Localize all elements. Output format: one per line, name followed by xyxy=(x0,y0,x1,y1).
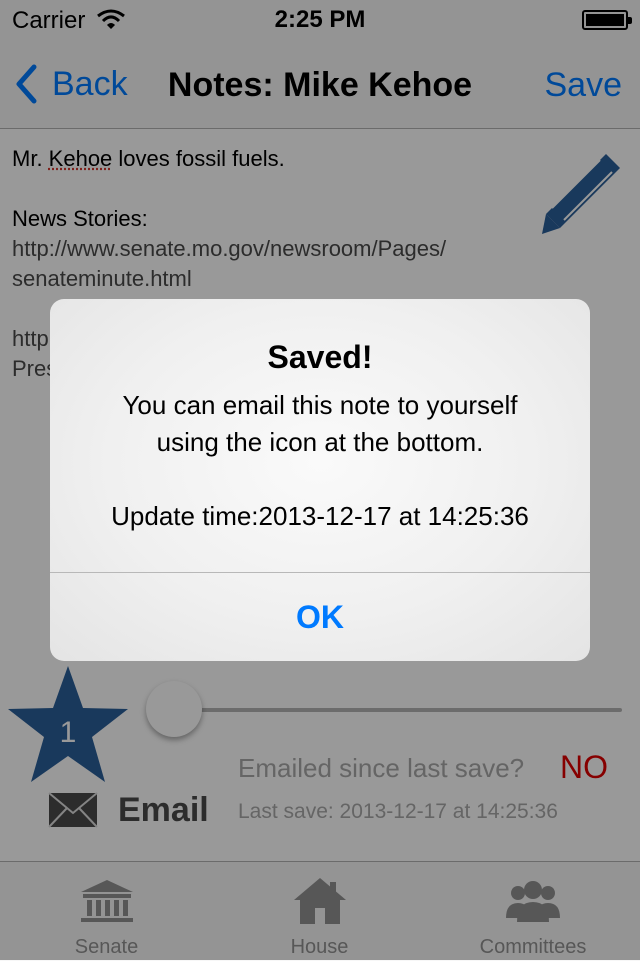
saved-alert-dialog: Saved! You can email this note to yourse… xyxy=(50,299,590,661)
alert-message-line xyxy=(78,461,562,498)
alert-title: Saved! xyxy=(267,339,373,375)
ok-button[interactable]: OK xyxy=(50,573,590,661)
alert-message-line: You can email this note to yourself xyxy=(122,390,518,420)
alert-update-time: Update time:2013-12-17 at 14:25:36 xyxy=(111,501,529,531)
alert-message-line: using the icon at the bottom. xyxy=(156,427,484,457)
alert-message: You can email this note to yourself usin… xyxy=(78,387,562,535)
